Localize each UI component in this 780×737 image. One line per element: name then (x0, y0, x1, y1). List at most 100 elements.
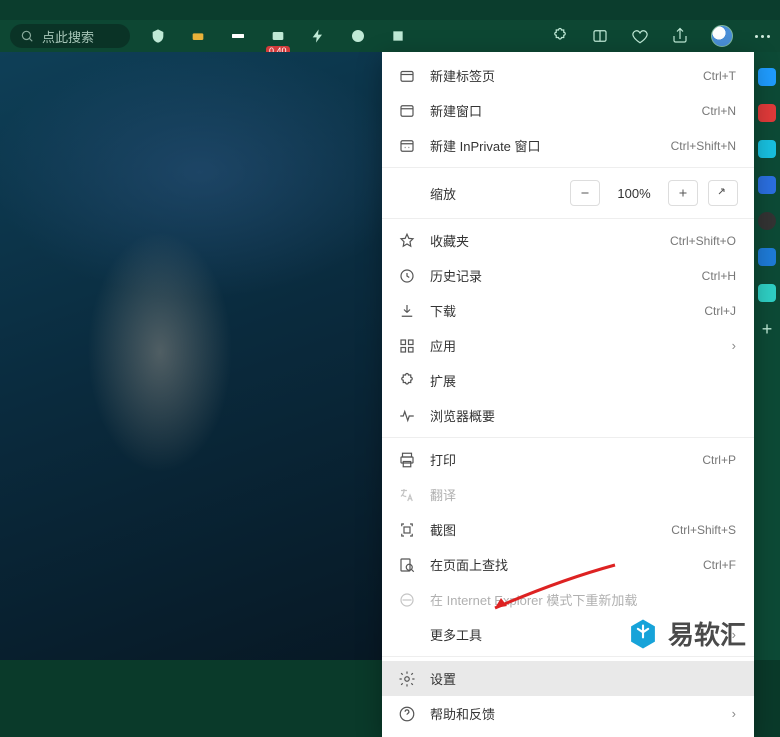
menu-browser-essentials[interactable]: 浏览器概要 (382, 398, 754, 433)
menu-favorites[interactable]: 收藏夹 Ctrl+Shift+O (382, 223, 754, 258)
chevron-right-icon: › (732, 338, 736, 353)
ext-icon-4[interactable] (390, 28, 406, 44)
zoom-value: 100% (610, 186, 658, 201)
pulse-icon (398, 407, 416, 425)
label: 新建标签页 (430, 66, 689, 85)
menu-downloads[interactable]: 下载 Ctrl+J (382, 293, 754, 328)
shortcut: Ctrl+N (702, 104, 736, 118)
watermark-text: 易软汇 (668, 615, 746, 652)
chevron-right-icon: › (732, 706, 736, 721)
label: 设置 (430, 669, 736, 688)
bolt-icon[interactable] (310, 28, 326, 44)
side-icon-2[interactable] (758, 104, 776, 122)
shortcut: Ctrl+Shift+O (670, 234, 736, 248)
label: 新建 InPrivate 窗口 (430, 136, 657, 155)
label: 打印 (430, 450, 688, 469)
menu-apps[interactable]: 应用 › (382, 328, 754, 363)
translate-icon (398, 486, 416, 504)
separator (382, 218, 754, 219)
label: 在 Internet Explorer 模式下重新加载 (430, 590, 736, 609)
history-icon (398, 267, 416, 285)
zoom-label: 缩放 (398, 184, 560, 203)
ext-icon-2[interactable] (230, 28, 246, 44)
shield-icon[interactable] (150, 28, 166, 44)
screenshot-icon (398, 521, 416, 539)
side-icon-4[interactable] (758, 176, 776, 194)
menu-new-window[interactable]: 新建窗口 Ctrl+N (382, 93, 754, 128)
help-icon (398, 705, 416, 723)
window-icon (398, 102, 416, 120)
print-icon (398, 451, 416, 469)
tab-strip (0, 0, 780, 20)
menu-zoom: 缩放 100% (382, 172, 754, 214)
label: 帮助和反馈 (430, 704, 718, 723)
shortcut: Ctrl+T (703, 69, 736, 83)
shortcut: Ctrl+J (704, 304, 736, 318)
separator (382, 167, 754, 168)
menu-help[interactable]: 帮助和反馈 › (382, 696, 754, 731)
side-panel: + (754, 52, 780, 660)
fullscreen-button[interactable] (708, 180, 738, 206)
side-icon-3[interactable] (758, 140, 776, 158)
side-icon-1[interactable] (758, 68, 776, 86)
heart-icon[interactable] (631, 27, 649, 45)
blank-icon (398, 626, 416, 644)
separator (382, 656, 754, 657)
label: 新建窗口 (430, 101, 688, 120)
separator (382, 437, 754, 438)
label: 收藏夹 (430, 231, 656, 250)
zoom-in-button[interactable] (668, 180, 698, 206)
menu-print[interactable]: 打印 Ctrl+P (382, 442, 754, 477)
ext-icon-3[interactable] (350, 28, 366, 44)
label: 在页面上查找 (430, 555, 689, 574)
toolbar-right (551, 25, 770, 47)
ext-icon-1[interactable] (190, 28, 206, 44)
side-icon-7[interactable] (758, 284, 776, 302)
menu-settings[interactable]: 设置 (382, 661, 754, 696)
watermark: 易软汇 (626, 615, 746, 652)
shortcut: Ctrl+H (702, 269, 736, 283)
menu-find[interactable]: 在页面上查找 Ctrl+F (382, 547, 754, 582)
menu-screenshot[interactable]: 截图 Ctrl+Shift+S (382, 512, 754, 547)
inprivate-icon (398, 137, 416, 155)
menu-history[interactable]: 历史记录 Ctrl+H (382, 258, 754, 293)
label: 翻译 (430, 485, 736, 504)
menu-new-inprivate[interactable]: 新建 InPrivate 窗口 Ctrl+Shift+N (382, 128, 754, 163)
more-button[interactable] (755, 35, 770, 38)
label: 扩展 (430, 371, 736, 390)
shortcut: Ctrl+F (703, 558, 736, 572)
find-icon (398, 556, 416, 574)
label: 历史记录 (430, 266, 688, 285)
toolbar-extensions: 0.40 (150, 28, 406, 44)
download-icon (398, 302, 416, 320)
split-icon[interactable] (591, 27, 609, 45)
search-box[interactable]: 点此搜索 (10, 24, 130, 48)
watermark-icon (626, 617, 660, 651)
apps-icon (398, 337, 416, 355)
search-placeholder: 点此搜索 (42, 27, 94, 46)
label: 下载 (430, 301, 690, 320)
menu-new-tab[interactable]: 新建标签页 Ctrl+T (382, 58, 754, 93)
gear-icon (398, 670, 416, 688)
search-icon (20, 29, 34, 43)
ie-icon (398, 591, 416, 609)
menu-translate: 翻译 (382, 477, 754, 512)
shortcut: Ctrl+Shift+S (671, 523, 736, 537)
star-icon (398, 232, 416, 250)
label: 浏览器概要 (430, 406, 736, 425)
shortcut: Ctrl+P (702, 453, 736, 467)
zoom-out-button[interactable] (570, 180, 600, 206)
side-add-icon[interactable]: + (762, 320, 773, 338)
side-icon-5[interactable] (758, 212, 776, 230)
menu-ie-mode: 在 Internet Explorer 模式下重新加载 (382, 582, 754, 617)
share-icon[interactable] (671, 27, 689, 45)
label: 截图 (430, 520, 657, 539)
side-icon-6[interactable] (758, 248, 776, 266)
puzzle-icon[interactable] (551, 27, 569, 45)
menu-extensions[interactable]: 扩展 (382, 363, 754, 398)
tab-icon (398, 67, 416, 85)
shortcut: Ctrl+Shift+N (671, 139, 736, 153)
puzzle-icon (398, 372, 416, 390)
avatar[interactable] (711, 25, 733, 47)
ext-icon-badge[interactable]: 0.40 (270, 28, 286, 44)
